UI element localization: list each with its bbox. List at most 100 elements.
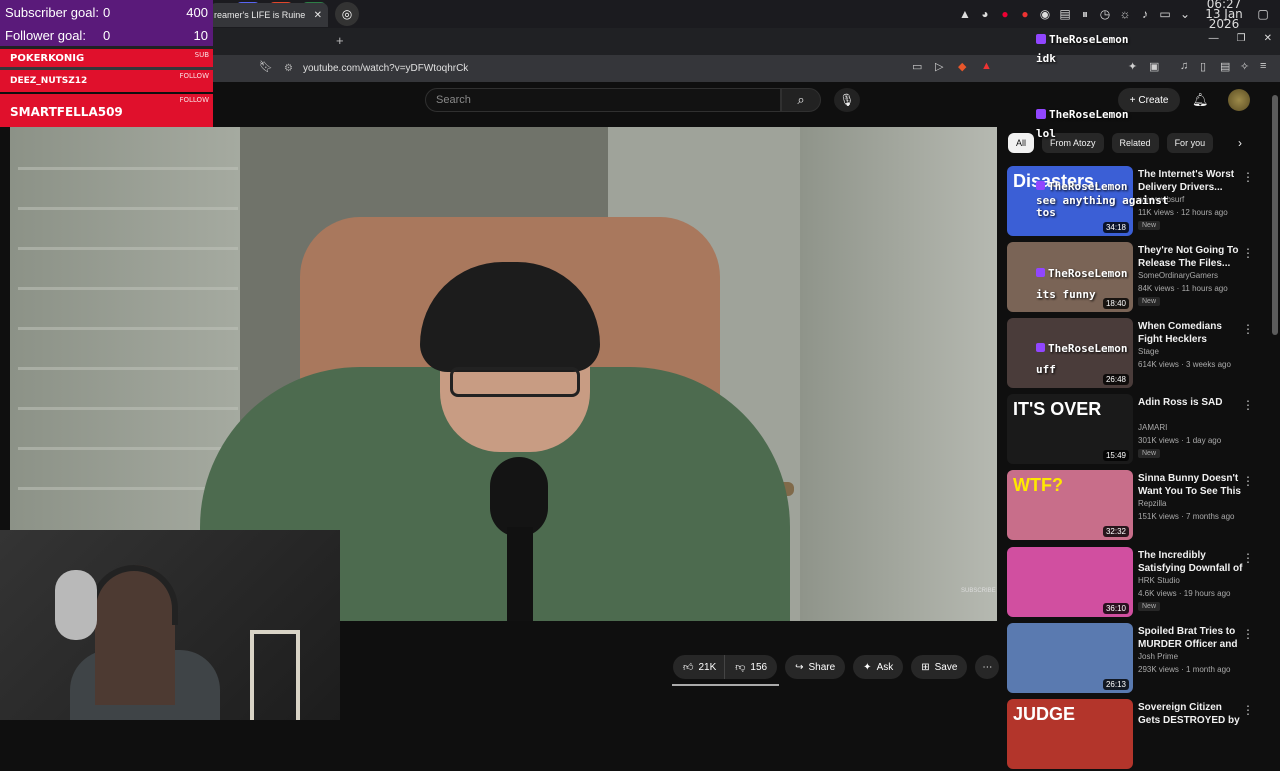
- more-vert-icon[interactable]: ⋮: [1242, 170, 1254, 184]
- channel-name[interactable]: JAMARI: [1138, 423, 1167, 432]
- webcam-microphone: [55, 570, 97, 640]
- recommendation-item[interactable]: JUDGE Sovereign Citizen Gets DESTROYED by…: [1007, 699, 1272, 771]
- extensions-icon[interactable]: ✦: [1128, 60, 1137, 73]
- close-tab-icon[interactable]: ✕: [314, 10, 322, 21]
- more-vert-icon[interactable]: ⋮: [1242, 246, 1254, 260]
- network-tray-icon[interactable]: ▭: [1158, 7, 1172, 21]
- new-badge: New: [1138, 221, 1161, 230]
- ask-button[interactable]: ✦ Ask: [853, 655, 904, 679]
- more-vert-icon[interactable]: ⋮: [1242, 551, 1254, 565]
- video-title[interactable]: Sovereign Citizen Gets DESTROYED by Judg…: [1138, 701, 1246, 728]
- filter-chip-for-you[interactable]: For you: [1166, 133, 1214, 153]
- chat-user: TheRoseLemon: [1048, 342, 1128, 355]
- scrollbar[interactable]: [1272, 95, 1278, 335]
- leo-icon[interactable]: ✧: [1240, 60, 1249, 73]
- voice-search-button[interactable]: 🎙︎: [834, 88, 860, 112]
- record-tray-icon[interactable]: ●: [1018, 7, 1032, 21]
- alert-type: FOLLOW: [179, 96, 209, 104]
- video-thumbnail[interactable]: 26:13: [1007, 623, 1133, 693]
- media-icon[interactable]: ♫: [1180, 60, 1188, 72]
- new-tab-icon[interactable]: +: [336, 33, 344, 48]
- tray-app-icon[interactable]: ▲: [958, 7, 972, 21]
- alert-item: DEEZ_NUTSZ12 FOLLOW: [0, 70, 213, 92]
- video-thumbnail[interactable]: JUDGE: [1007, 699, 1133, 769]
- channel-name[interactable]: HRK Studio: [1138, 576, 1180, 585]
- search-button[interactable]: ⌕: [781, 88, 821, 112]
- video-title[interactable]: When Comedians Fight Hecklers: [1138, 320, 1246, 346]
- search-input[interactable]: Search: [425, 88, 781, 112]
- restore-icon[interactable]: ❐: [1237, 33, 1246, 44]
- discord-tray-icon[interactable]: ◕: [978, 7, 992, 21]
- bookmark-icon[interactable]: 🔖︎: [259, 60, 273, 73]
- expand-tray-icon[interactable]: ⌄: [1178, 7, 1192, 21]
- minimize-icon[interactable]: —: [1209, 33, 1219, 44]
- address-bar[interactable]: ⚙︎ youtube.com/watch?v=yDFWtoqhrCk: [278, 59, 998, 78]
- recommendation-item[interactable]: IT'S OVER 15:49 Adin Ross is SAD JAMARI 301K…: [1007, 394, 1272, 466]
- channel-name[interactable]: Stage: [1138, 347, 1159, 356]
- recommendation-item[interactable]: WTF? 32:32 Sinna Bunny Doesn't Want You To…: [1007, 470, 1272, 542]
- thumbnail-text: JUDGE: [1013, 704, 1076, 724]
- more-vert-icon[interactable]: ⋮: [1242, 322, 1254, 336]
- dislike-button[interactable]: 👎︎ 156: [724, 655, 778, 679]
- more-vert-icon[interactable]: ⋮: [1242, 627, 1254, 641]
- browser-tab-active[interactable]: reamer's LIFE is Ruine ✕: [210, 3, 328, 27]
- twitch-badge-icon: [1036, 268, 1045, 277]
- send-icon[interactable]: ▷: [935, 60, 943, 73]
- steam-tray-icon[interactable]: ◉: [1038, 7, 1052, 21]
- plus-icon: +: [1129, 94, 1136, 106]
- video-title[interactable]: Adin Ross is SAD: [1138, 396, 1246, 409]
- video-shutter-slat: [18, 207, 238, 210]
- filter-chip-all[interactable]: All: [1008, 133, 1035, 153]
- avatar[interactable]: [1228, 89, 1250, 111]
- channel-name[interactable]: SomeOrdinaryGamers: [1138, 271, 1218, 280]
- subscribe-watermark[interactable]: SUBSCRIBE: [961, 588, 996, 594]
- channel-name[interactable]: Josh Prime: [1138, 652, 1178, 661]
- channel-name[interactable]: Repzilla: [1138, 499, 1166, 508]
- clipboard-tray-icon[interactable]: ▤: [1058, 7, 1072, 21]
- chevron-right-icon[interactable]: ›: [1238, 136, 1242, 150]
- duration-badge: 32:32: [1102, 526, 1129, 537]
- notifications-bell-icon[interactable]: 🔔︎: [1192, 92, 1209, 108]
- alert-item: SMARTFELLA509 FOLLOW: [0, 94, 213, 127]
- show-desktop-icon[interactable]: ▢: [1256, 7, 1270, 21]
- share-button[interactable]: ↪ Share: [785, 655, 846, 679]
- like-button[interactable]: 👍︎ 21K: [673, 655, 725, 679]
- tray-app-icon[interactable]: ●: [998, 7, 1012, 21]
- screenshot-icon[interactable]: ▣: [1149, 60, 1159, 73]
- site-info-icon[interactable]: ⚙︎: [284, 63, 293, 74]
- brightness-tray-icon[interactable]: ☼: [1118, 7, 1132, 21]
- video-title[interactable]: The Incredibly Satisfying Downfall of Be…: [1138, 549, 1246, 576]
- video-title[interactable]: Spoiled Brat Tries to MURDER Officer and…: [1138, 625, 1246, 652]
- close-window-icon[interactable]: ✕: [1264, 33, 1272, 44]
- save-button[interactable]: ⊞ Save: [911, 655, 968, 679]
- volume-tray-icon[interactable]: ♪: [1138, 7, 1152, 21]
- video-thumbnail[interactable]: WTF? 32:32: [1007, 470, 1133, 540]
- sidebar-icon[interactable]: ▯: [1200, 60, 1206, 73]
- wallet-icon[interactable]: ▤: [1220, 60, 1230, 73]
- brave-shields-icon[interactable]: ◆: [958, 60, 966, 73]
- video-title[interactable]: Sinna Bunny Doesn't Want You To See This…: [1138, 472, 1246, 499]
- more-actions-button[interactable]: ⋯: [975, 655, 1000, 679]
- clock-tray-icon[interactable]: ◷: [1098, 7, 1112, 21]
- video-meta: 614K views · 3 weeks ago: [1138, 360, 1231, 369]
- search-placeholder: Search: [436, 94, 471, 106]
- menu-icon[interactable]: ≡: [1260, 60, 1266, 72]
- cast-icon[interactable]: ▭: [912, 60, 922, 73]
- pause-tray-icon[interactable]: ⏸: [1078, 7, 1092, 22]
- twitch-badge-icon: [1036, 109, 1046, 119]
- more-vert-icon[interactable]: ⋮: [1242, 474, 1254, 488]
- video-meta: 4.6K views · 19 hours ago: [1138, 589, 1231, 598]
- video-thumbnail[interactable]: IT'S OVER 15:49: [1007, 394, 1133, 464]
- clock[interactable]: 06:27 13 Jan 2026: [1198, 0, 1250, 30]
- more-vert-icon[interactable]: ⋮: [1242, 398, 1254, 412]
- recommendation-item[interactable]: 36:10 The Incredibly Satisfying Downfall …: [1007, 547, 1272, 619]
- video-title[interactable]: They're Not Going To Release The Files..…: [1138, 244, 1246, 270]
- video-thumbnail[interactable]: 36:10: [1007, 547, 1133, 617]
- chat-text: idk: [1036, 52, 1056, 65]
- share-icon: ↪: [795, 661, 804, 673]
- more-vert-icon[interactable]: ⋮: [1242, 703, 1254, 717]
- rewards-icon[interactable]: ▲: [981, 60, 992, 72]
- duration-badge: 26:13: [1102, 679, 1129, 690]
- obs-app-icon[interactable]: ◎: [335, 2, 359, 26]
- recommendation-item[interactable]: 26:13 Spoiled Brat Tries to MURDER Office…: [1007, 623, 1272, 695]
